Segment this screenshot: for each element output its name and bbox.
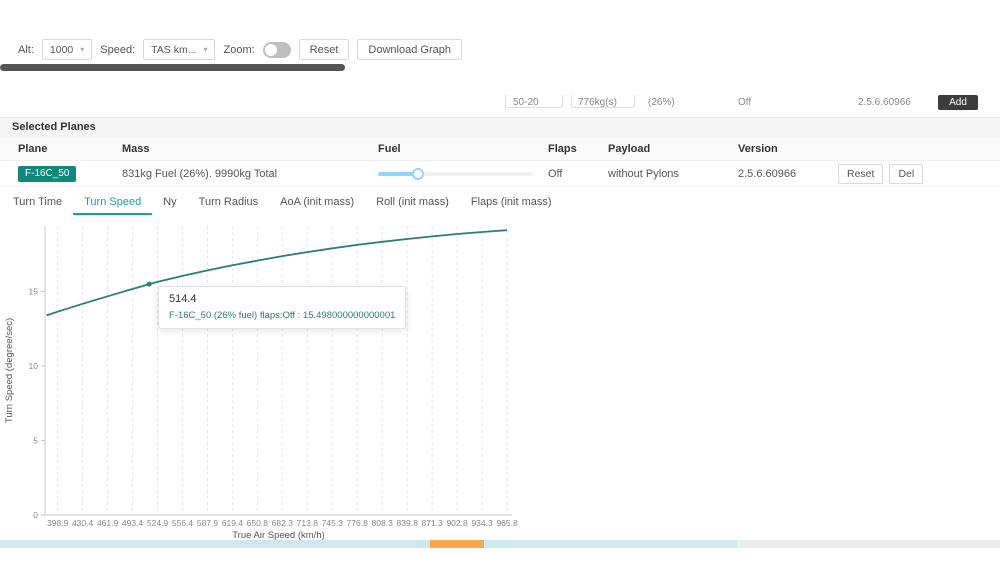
scrollbar-range: [0, 540, 737, 548]
svg-text:776.8: 776.8: [347, 518, 369, 528]
version-value: 2.5.6.60966: [738, 167, 797, 180]
svg-text:745.3: 745.3: [322, 518, 344, 528]
chart-area: 0 5 10 15 398.9 430.4 461.9 493.4 524.9 556.4 587.…: [0, 220, 560, 542]
speed-select[interactable]: TAS km... ▾: [143, 39, 216, 60]
table-row: F-16C_50 831kg Fuel (26%). 9990kg Total …: [0, 161, 1000, 187]
chart-tooltip: 514.4 F-16C_50 (26% fuel) flaps:Off : 15…: [158, 286, 407, 329]
clipped-text: Off: [738, 97, 752, 108]
svg-text:493.4: 493.4: [122, 518, 144, 528]
svg-text:461.9: 461.9: [97, 518, 119, 528]
alt-label: Alt:: [18, 43, 34, 56]
chart-host: 0 5 10 15 398.9 430.4 461.9 493.4 524.9 556.4 587.…: [0, 220, 560, 542]
clipped-text: 50-20: [513, 97, 539, 108]
svg-text:682.3: 682.3: [272, 518, 294, 528]
add-button[interactable]: Add: [938, 95, 978, 110]
tab-ny[interactable]: Ny: [152, 190, 187, 215]
svg-text:808.3: 808.3: [372, 518, 394, 528]
top-toolbar: Alt: 1000 ▾ Speed: TAS km... ▾ Zoom: Res…: [18, 39, 462, 60]
svg-text:430.4: 430.4: [72, 518, 94, 528]
svg-text:965.8: 965.8: [496, 518, 518, 528]
tooltip-x-value: 514.4: [169, 293, 197, 305]
flaps-value: Off: [548, 167, 563, 180]
tab-aoa[interactable]: AoA (init mass): [269, 190, 365, 215]
clipped-text: 2.5.6.60966: [858, 97, 911, 108]
row-reset-button[interactable]: Reset: [838, 163, 884, 184]
svg-text:839.8: 839.8: [397, 518, 419, 528]
alt-select-value: 1000: [49, 43, 74, 56]
svg-text:0: 0: [33, 510, 38, 520]
svg-text:871.3: 871.3: [422, 518, 444, 528]
selected-planes-header: Selected Planes: [0, 117, 1000, 138]
svg-text:10: 10: [29, 361, 39, 371]
tab-flaps[interactable]: Flaps (init mass): [460, 190, 563, 215]
svg-text:619.4: 619.4: [222, 518, 244, 528]
zoom-toggle[interactable]: [262, 41, 291, 58]
tab-turn-radius[interactable]: Turn Radius: [188, 190, 270, 215]
column-header-payload: Payload: [608, 142, 651, 155]
speed-label: Speed:: [100, 43, 136, 56]
mass-value: 831kg Fuel (26%). 9990kg Total: [122, 167, 278, 180]
plane-badge: F-16C_50: [18, 165, 77, 182]
fuel-slider-handle[interactable]: [412, 167, 425, 180]
chart-tabs: Turn Time Turn Speed Ny Turn Radius AoA …: [2, 190, 563, 215]
zoom-label: Zoom:: [223, 43, 255, 56]
column-header-mass: Mass: [122, 142, 150, 155]
tab-turn-time[interactable]: Turn Time: [2, 190, 73, 215]
svg-text:934.3: 934.3: [471, 518, 493, 528]
page: Alt: 1000 ▾ Speed: TAS km... ▾ Zoom: Res…: [0, 0, 1000, 565]
svg-text:524.9: 524.9: [147, 518, 169, 528]
svg-text:713.8: 713.8: [297, 518, 319, 528]
horizontal-scrollbar-thumb[interactable]: [0, 64, 345, 71]
payload-value: without Pylons: [608, 167, 679, 180]
section-title: Selected Planes: [12, 121, 96, 133]
download-graph-button[interactable]: Download Graph: [357, 39, 462, 60]
svg-text:556.4: 556.4: [172, 518, 194, 528]
fuel-slider[interactable]: [378, 167, 533, 180]
scrollbar-highlight: [430, 540, 484, 548]
reset-button[interactable]: Reset: [298, 39, 350, 60]
svg-text:398.9: 398.9: [47, 518, 69, 528]
column-header-plane: Plane: [18, 142, 48, 155]
bottom-scrollbar[interactable]: [0, 540, 1000, 548]
speed-select-value: TAS km...: [151, 43, 197, 56]
chevron-down-icon: ▾: [80, 45, 85, 54]
tab-turn-speed[interactable]: Turn Speed: [73, 190, 153, 215]
svg-text:15: 15: [29, 287, 39, 297]
tooltip-series-value: F-16C_50 (26% fuel) flaps:Off : 15.49800…: [169, 310, 396, 321]
svg-text:Turn Speed (degree/sec): Turn Speed (degree/sec): [4, 318, 15, 423]
turn-speed-chart[interactable]: 0 5 10 15 398.9 430.4 461.9 493.4 524.9 556.4 587.…: [0, 220, 560, 542]
column-header-fuel: Fuel: [378, 142, 401, 155]
clipped-form-row: 50-20 776kg(s) (26%) Off 2.5.6.60966 Add: [0, 95, 1000, 112]
column-header-flaps: Flaps: [548, 142, 577, 155]
svg-text:587.9: 587.9: [197, 518, 219, 528]
clipped-text: 776kg(s): [578, 97, 617, 108]
clipped-text: (26%): [648, 97, 675, 108]
row-del-button[interactable]: Del: [889, 163, 924, 184]
column-header-version: Version: [738, 142, 778, 155]
svg-text:902.8: 902.8: [446, 518, 468, 528]
svg-text:5: 5: [33, 436, 38, 446]
chevron-down-icon: ▾: [203, 45, 208, 54]
tab-roll[interactable]: Roll (init mass): [365, 190, 460, 215]
svg-text:650.8: 650.8: [247, 518, 269, 528]
alt-select[interactable]: 1000 ▾: [41, 39, 93, 60]
table-header-row: Plane Mass Fuel Flaps Payload Version: [0, 137, 1000, 161]
